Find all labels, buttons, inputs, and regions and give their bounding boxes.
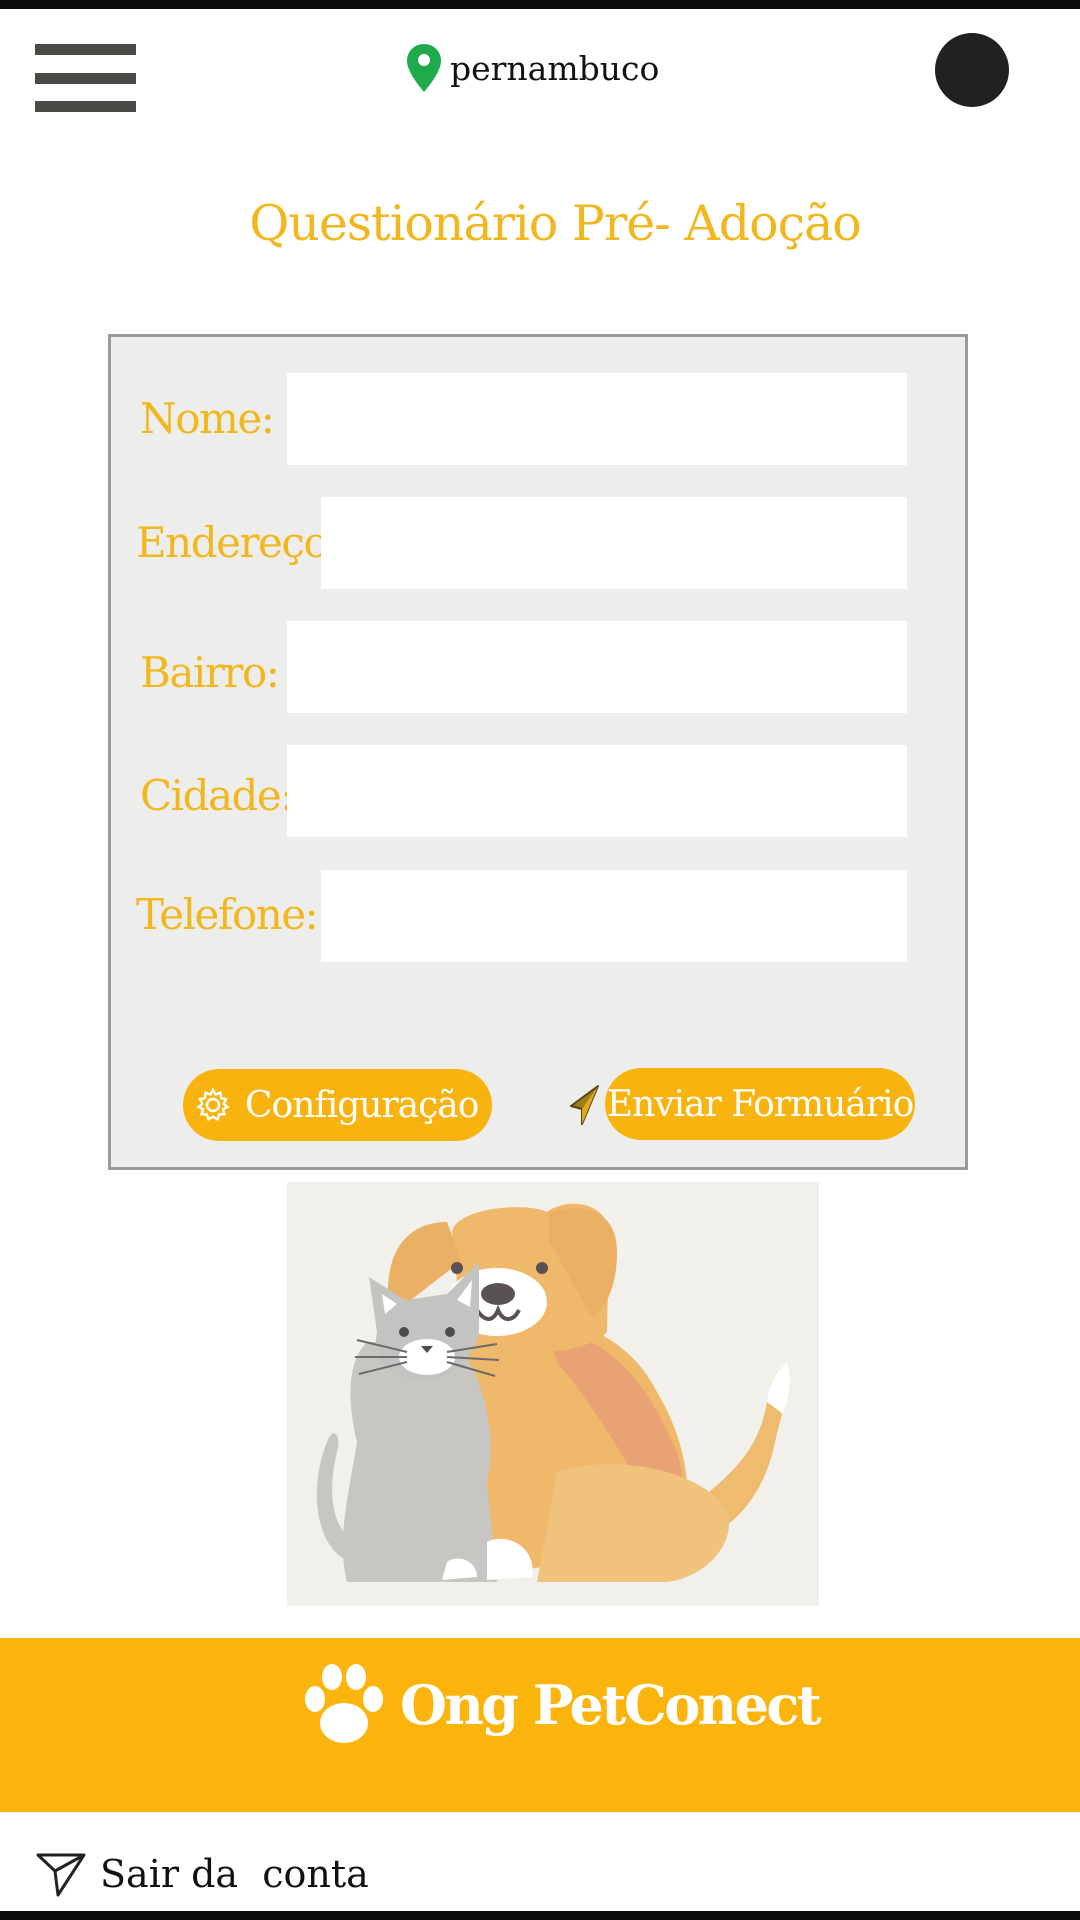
- brand-logo: Ong PetConect: [300, 1660, 822, 1750]
- field-label-cidade: Cidade:: [140, 771, 294, 820]
- field-label-nome: Nome:: [140, 394, 275, 443]
- brand-name: Ong PetConect: [400, 1673, 822, 1737]
- endereco-input[interactable]: [321, 497, 907, 589]
- send-form-button-label: Enviar Formuário: [606, 1083, 915, 1125]
- paw-icon: [305, 1664, 383, 1743]
- send-form-button[interactable]: Enviar Formuário: [605, 1068, 915, 1140]
- pet-illustration: [287, 1182, 819, 1606]
- logout-button[interactable]: Sair da conta: [36, 1848, 369, 1900]
- cidade-input[interactable]: [287, 745, 907, 837]
- avatar[interactable]: [935, 33, 1009, 107]
- location-label: pernambuco: [450, 48, 660, 88]
- hamburger-menu-icon[interactable]: [35, 44, 136, 112]
- field-label-telefone: Telefone:: [136, 890, 319, 939]
- page-title: Questionário Pré- Adoção: [249, 195, 862, 252]
- bairro-input[interactable]: [287, 621, 907, 713]
- logout-label: Sair da conta: [100, 1852, 369, 1896]
- send-arrow-icon: [36, 1853, 86, 1897]
- location-selector[interactable]: pernambuco: [406, 42, 659, 94]
- configuration-button[interactable]: Configuração: [183, 1069, 492, 1141]
- map-pin-icon: [407, 44, 441, 92]
- gear-icon: [196, 1087, 230, 1122]
- cursor-arrow-icon: [570, 1085, 599, 1125]
- bottom-border: [0, 1911, 1080, 1920]
- app-screen: pernambuco Questionário Pré- Adoção Nome…: [0, 0, 1080, 1920]
- top-border: [0, 0, 1080, 9]
- configuration-button-label: Configuração: [245, 1084, 479, 1126]
- dog-and-cat-illustration: [316, 1203, 790, 1582]
- telefone-input[interactable]: [321, 870, 907, 962]
- field-label-bairro: Bairro:: [140, 648, 280, 697]
- field-label-endereco: Endereço:: [136, 518, 341, 567]
- nome-input[interactable]: [287, 373, 907, 465]
